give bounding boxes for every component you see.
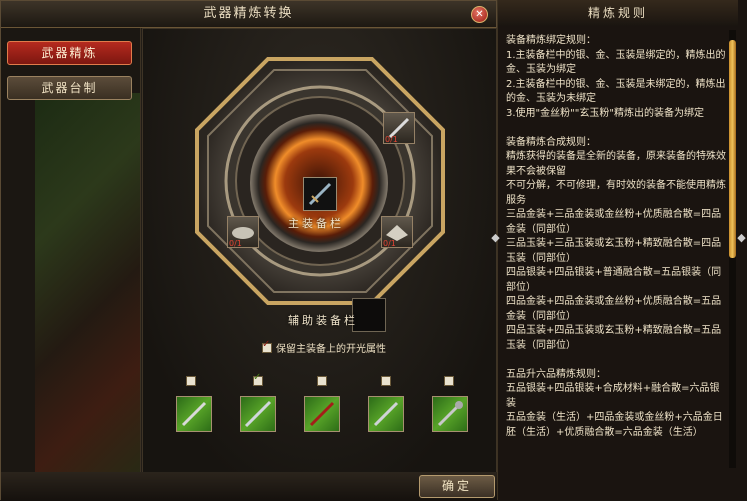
background-scene — [35, 93, 140, 493]
material-checkbox-2[interactable] — [253, 372, 263, 386]
spear-icon — [244, 400, 272, 428]
blade-icon — [309, 401, 335, 427]
material-checkbox-4[interactable] — [381, 376, 391, 386]
close-icon[interactable]: ✕ — [471, 6, 488, 23]
mace-icon — [437, 401, 463, 427]
tab-weapon-platform[interactable]: 武器台制 — [7, 76, 132, 100]
material-checkbox-5[interactable] — [444, 376, 454, 386]
rules-title: 精炼规则 — [498, 0, 738, 26]
material-slot-left[interactable]: 0/1 — [227, 216, 259, 248]
window-title: 武器精炼转换 — [203, 6, 294, 21]
window-titlebar: 武器精炼转换 ✕ — [1, 1, 496, 28]
confirm-button[interactable]: 确定 — [419, 475, 495, 498]
slot-count: 0/1 — [229, 239, 242, 248]
scrollbar-thumb[interactable] — [729, 40, 736, 258]
octagon-frame: 主装备栏 — [192, 54, 448, 332]
keep-attributes-checkbox[interactable] — [262, 339, 272, 353]
aux-slot-label: 辅助装备栏 — [288, 314, 358, 327]
weapon-option-4[interactable] — [368, 396, 404, 432]
sword-icon — [308, 182, 332, 206]
expand-left-icon[interactable]: ◆ — [490, 230, 501, 246]
material-slot-right[interactable]: 0/1 — [381, 216, 413, 248]
material-slot-top-right[interactable]: 0/1 — [383, 112, 415, 144]
main-slot-label: 主装备栏 — [288, 217, 344, 230]
sword-icon — [373, 401, 399, 427]
refine-panel: 主装备栏 0/1 0/1 0/1 辅助装备栏 保留主装备上的开光属性 — [142, 28, 497, 474]
material-checkbox-3[interactable] — [317, 376, 327, 386]
material-checkbox-1[interactable] — [186, 376, 196, 386]
slot-count: 0/1 — [385, 135, 398, 144]
keep-attributes-label: 保留主装备上的开光属性 — [276, 344, 386, 355]
weapon-option-2[interactable] — [240, 396, 276, 432]
slot-count: 0/1 — [383, 239, 396, 248]
weapon-option-3[interactable] — [304, 396, 340, 432]
sidebar: 武器精炼 武器台制 — [1, 28, 141, 500]
main-equip-slot[interactable] — [303, 177, 337, 211]
sword-icon — [181, 401, 207, 427]
refine-window: 武器精炼转换 ✕ 武器精炼 武器台制 主装备栏 0/1 0/1 0/1 辅助装备… — [0, 0, 498, 501]
rules-text: 装备精炼绑定规则： 1.主装备栏中的银、金、玉装是绑定的，精炼出的金、玉装为绑定… — [506, 35, 726, 438]
expand-right-icon[interactable]: ◆ — [736, 230, 747, 246]
tab-weapon-refine[interactable]: 武器精炼 — [7, 41, 132, 65]
rules-panel: 精炼规则 装备精炼绑定规则： 1.主装备栏中的银、金、玉装是绑定的，精炼出的金、… — [491, 0, 747, 500]
rules-scrollbar[interactable] — [729, 30, 736, 468]
weapon-option-1[interactable] — [176, 396, 212, 432]
weapon-option-5[interactable] — [432, 396, 468, 432]
